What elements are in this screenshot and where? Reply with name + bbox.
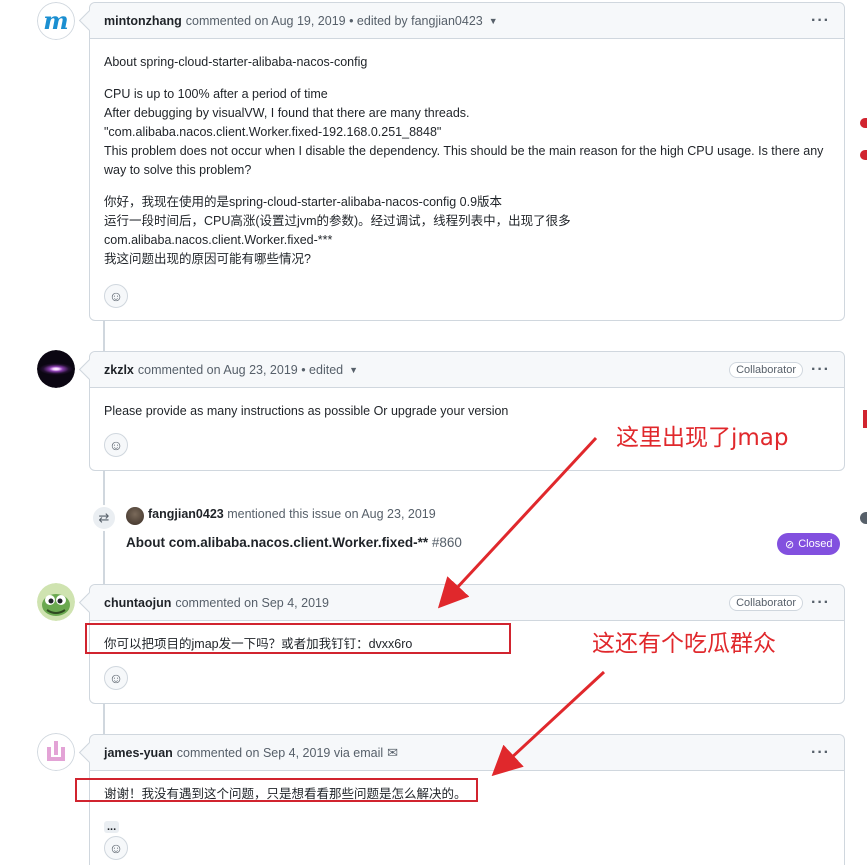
page-edge-fragment xyxy=(860,118,867,128)
svg-text:m: m xyxy=(43,6,68,35)
comment-author[interactable]: zkzlx xyxy=(104,363,134,377)
highlight-box xyxy=(75,778,478,802)
comment-meta[interactable]: commented on Aug 23, 2019 • edited xyxy=(138,363,343,377)
page-edge-fragment xyxy=(860,150,867,160)
comment-author[interactable]: james-yuan xyxy=(104,746,173,760)
avatar-chuntaojun[interactable] xyxy=(37,583,75,621)
annotation-text: 这里出现了jmap xyxy=(616,425,789,451)
event-description: mentioned this issue on Aug 23, 2019 xyxy=(227,507,436,521)
collaborator-badge: Collaborator xyxy=(729,594,804,611)
timeline-line xyxy=(103,320,105,352)
closed-label: Closed xyxy=(798,538,833,550)
avatar-zkzlx[interactable] xyxy=(37,350,75,388)
comment-meta[interactable]: commented on Sep 4, 2019 xyxy=(175,596,329,610)
skip-circle-icon: ⊘ xyxy=(785,538,795,551)
kebab-horizontal-icon[interactable]: ··· xyxy=(811,744,830,761)
highlight-box xyxy=(85,623,511,654)
annotation-text: 这还有个吃瓜群众 xyxy=(592,631,776,657)
chevron-down-icon[interactable]: ▼ xyxy=(349,365,358,375)
comment-paragraph: 你好，我现在使用的是spring-cloud-starter-alibaba-n… xyxy=(104,195,571,266)
mail-icon: ✉ xyxy=(387,744,399,760)
comment-meta[interactable]: commented on Sep 4, 2019 via email xyxy=(177,746,383,760)
comment-header: zkzlx commented on Aug 23, 2019 • edited… xyxy=(90,352,844,388)
event-author[interactable]: fangjian0423 xyxy=(148,507,224,521)
event-text: fangjian0423 mentioned this issue on Aug… xyxy=(148,507,436,521)
comment-body: About spring-cloud-starter-alibaba-nacos… xyxy=(90,39,844,281)
closed-badge: ⊘ Closed xyxy=(777,533,841,555)
smiley-icon[interactable]: ☺ xyxy=(104,284,128,308)
kebab-horizontal-icon[interactable]: ··· xyxy=(811,12,830,29)
smiley-icon[interactable]: ☺ xyxy=(104,836,128,860)
chevron-down-icon[interactable]: ▼ xyxy=(489,16,498,26)
comment-paragraph: CPU is up to 100% after a period of time… xyxy=(104,87,824,177)
smiley-icon[interactable]: ☺ xyxy=(104,666,128,690)
avatar-james-yuan[interactable] xyxy=(37,733,75,771)
comment-header: chuntaojun commented on Sep 4, 2019 Coll… xyxy=(90,585,844,621)
event-issue-link[interactable]: About com.alibaba.nacos.client.Worker.fi… xyxy=(126,535,462,550)
comment-header: mintonzhang commented on Aug 19, 2019 • … xyxy=(90,3,844,39)
comment-header: james-yuan commented on Sep 4, 2019 via … xyxy=(90,735,844,771)
page-edge-fragment xyxy=(863,410,867,428)
comment-author[interactable]: mintonzhang xyxy=(104,14,182,28)
comment-card: mintonzhang commented on Aug 19, 2019 • … xyxy=(89,2,845,321)
avatar-mintonzhang[interactable]: m xyxy=(37,2,75,40)
avatar-fangjian0423[interactable] xyxy=(126,507,144,525)
kebab-horizontal-icon[interactable]: ··· xyxy=(811,594,830,611)
event-issue-number[interactable]: #860 xyxy=(432,535,462,550)
smiley-icon[interactable]: ☺ xyxy=(104,433,128,457)
kebab-horizontal-icon[interactable]: ··· xyxy=(811,361,830,378)
page-edge-fragment xyxy=(860,512,867,524)
comment-card: zkzlx commented on Aug 23, 2019 • edited… xyxy=(89,351,845,471)
comment-paragraph: About spring-cloud-starter-alibaba-nacos… xyxy=(104,55,368,69)
collaborator-badge: Collaborator xyxy=(729,361,804,378)
comment-meta[interactable]: commented on Aug 19, 2019 • edited by fa… xyxy=(186,14,483,28)
event-issue-title[interactable]: About com.alibaba.nacos.client.Worker.fi… xyxy=(126,535,428,550)
timeline-line xyxy=(103,703,105,735)
cross-reference-icon: ⇄ xyxy=(91,505,117,531)
comment-author[interactable]: chuntaojun xyxy=(104,596,171,610)
hidden-text-expander[interactable]: ... xyxy=(104,821,120,833)
